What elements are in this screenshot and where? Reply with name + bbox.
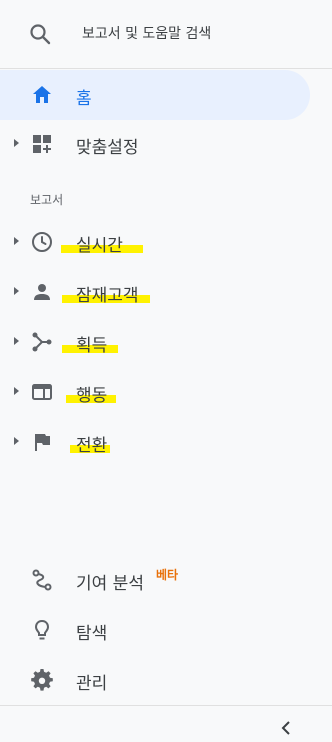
person-icon bbox=[34, 284, 50, 300]
nav-item-audience-label: 잠재고객 bbox=[76, 286, 139, 306]
search-icon bbox=[30, 24, 51, 45]
chevron-left-icon[interactable] bbox=[276, 718, 296, 738]
clock-icon bbox=[32, 232, 52, 252]
nav-item-behavior[interactable]: 행동 bbox=[0, 367, 310, 417]
merge-icon bbox=[32, 332, 52, 352]
section-label-reports: 보고서 bbox=[30, 193, 64, 207]
flag-icon bbox=[35, 434, 50, 451]
dashboard-add-icon bbox=[33, 135, 51, 153]
lightbulb-icon bbox=[34, 619, 50, 640]
divider bbox=[0, 705, 332, 706]
nav-item-admin-label: 관리 bbox=[76, 674, 108, 694]
nav-item-conversions[interactable]: 전환 bbox=[0, 417, 310, 467]
nav-item-acquisition-label: 획득 bbox=[76, 336, 108, 356]
nav-item-customization-label: 맞춤설정 bbox=[76, 138, 139, 158]
nav-item-attribution-label: 기여 분석 bbox=[76, 574, 144, 594]
nav-item-customization[interactable]: 맞춤설정 bbox=[0, 119, 310, 169]
nav-item-acquisition[interactable]: 획득 bbox=[0, 317, 310, 367]
nav-item-behavior-label: 행동 bbox=[76, 386, 108, 406]
expand-caret-icon[interactable] bbox=[14, 237, 19, 245]
attribution-path-icon bbox=[32, 569, 52, 591]
nav-item-realtime-label: 실시간 bbox=[76, 236, 123, 256]
nav-item-audience[interactable]: 잠재고객 bbox=[0, 267, 310, 317]
expand-caret-icon[interactable] bbox=[14, 337, 19, 345]
home-icon bbox=[33, 86, 51, 103]
nav-item-realtime[interactable]: 실시간 bbox=[0, 217, 310, 267]
nav-item-home[interactable]: 홈 bbox=[0, 70, 310, 120]
web-page-icon bbox=[32, 384, 52, 400]
search-label: 보고서 및 도움말 검색 bbox=[82, 26, 212, 42]
nav-item-admin[interactable]: 관리 bbox=[0, 655, 310, 705]
beta-badge: 베타 bbox=[156, 568, 179, 582]
expand-caret-icon[interactable] bbox=[14, 287, 19, 295]
divider bbox=[0, 68, 332, 69]
nav-item-attribution[interactable]: 기여 분석 bbox=[0, 555, 310, 605]
search-bar[interactable]: 보고서 및 도움말 검색 bbox=[0, 0, 332, 68]
nav-item-explore-label: 탐색 bbox=[76, 624, 108, 644]
nav-item-home-label: 홈 bbox=[76, 89, 92, 109]
expand-caret-icon[interactable] bbox=[14, 437, 19, 445]
gear-icon bbox=[31, 669, 53, 691]
nav-item-conversions-label: 전환 bbox=[76, 436, 108, 456]
expand-caret-icon[interactable] bbox=[14, 139, 19, 147]
nav-item-explore[interactable]: 탐색 bbox=[0, 605, 310, 655]
expand-caret-icon[interactable] bbox=[14, 387, 19, 395]
